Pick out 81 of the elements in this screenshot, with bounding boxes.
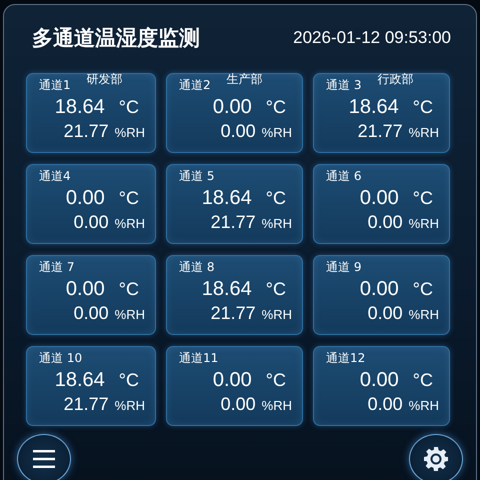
channel-card[interactable]: 通道4 0.00 °C 0.00 %RH: [26, 164, 156, 244]
channel-card[interactable]: 通道 3 行政部 18.64 °C 21.77 %RH: [313, 73, 450, 153]
temperature-value: 0.00: [212, 96, 252, 119]
temperature-value: 0.00: [212, 369, 252, 392]
channel-card[interactable]: 通道11 0.00 °C 0.00 %RH: [166, 346, 303, 426]
channel-card[interactable]: 通道1 研发部 18.64 °C 21.77 %RH: [26, 73, 156, 153]
temperature-unit: °C: [118, 97, 139, 118]
humidity-value: 0.00: [368, 212, 403, 233]
humidity-unit: %RH: [408, 216, 439, 231]
humidity-unit: %RH: [408, 125, 439, 140]
humidity-unit: %RH: [114, 216, 145, 231]
department-label: 研发部: [86, 71, 123, 88]
humidity-unit: %RH: [114, 125, 145, 140]
date-time: 2026-01-12 09:53:00: [293, 28, 451, 48]
temperature-value: 18.64: [202, 278, 252, 301]
temperature-value: 0.00: [360, 187, 399, 210]
temperature-unit: °C: [266, 97, 286, 118]
humidity-unit: %RH: [114, 398, 145, 413]
humidity-value: 21.77: [210, 212, 256, 233]
channel-name: 通道1: [39, 77, 71, 94]
channel-name: 通道 9: [326, 259, 362, 276]
humidity-value: 0.00: [220, 394, 256, 415]
settings-icon: [424, 447, 448, 471]
channel-name: 通道12: [326, 350, 366, 367]
department-label: 行政部: [377, 71, 414, 88]
humidity-unit: %RH: [262, 398, 292, 413]
humidity-unit: %RH: [262, 307, 292, 322]
channel-name: 通道 3: [326, 77, 362, 94]
temperature-value: 18.64: [202, 187, 252, 210]
humidity-unit: %RH: [114, 307, 145, 322]
channel-card[interactable]: 通道 5 18.64 °C 21.77 %RH: [166, 164, 303, 244]
temperature-value: 0.00: [66, 278, 105, 301]
temperature-value: 18.64: [348, 96, 399, 119]
temperature-unit: °C: [266, 370, 286, 391]
channel-name: 通道 5: [179, 168, 214, 185]
temperature-unit: °C: [118, 279, 139, 300]
humidity-value: 21.77: [64, 394, 109, 415]
channel-card[interactable]: 通道2 生产部 0.00 °C 0.00 %RH: [166, 73, 303, 153]
temperature-unit: °C: [118, 370, 139, 391]
temperature-unit: °C: [412, 370, 433, 391]
channel-name: 通道11: [179, 350, 218, 367]
humidity-unit: %RH: [262, 125, 292, 140]
humidity-value: 0.00: [220, 121, 256, 142]
temperature-unit: °C: [266, 279, 286, 300]
temperature-unit: °C: [266, 188, 286, 209]
channel-name: 通道4: [39, 168, 71, 185]
humidity-value: 21.77: [210, 303, 256, 324]
temperature-unit: °C: [412, 188, 433, 209]
temperature-value: 0.00: [66, 187, 105, 210]
humidity-value: 0.00: [368, 303, 403, 324]
temperature-value: 18.64: [54, 369, 105, 392]
humidity-value: 0.00: [368, 394, 403, 415]
channel-card[interactable]: 通道 9 0.00 °C 0.00 %RH: [313, 255, 450, 335]
department-label: 生产部: [226, 71, 263, 88]
menu-button[interactable]: [17, 434, 71, 480]
channel-name: 通道 10: [39, 350, 82, 367]
humidity-value: 0.00: [74, 212, 109, 233]
channel-name: 通道 6: [326, 168, 362, 185]
channel-card[interactable]: 通道 7 0.00 °C 0.00 %RH: [26, 255, 156, 335]
humidity-unit: %RH: [408, 307, 439, 322]
channel-name: 通道 7: [39, 259, 74, 276]
channel-card[interactable]: 通道12 0.00 °C 0.00 %RH: [313, 346, 450, 426]
temperature-unit: °C: [412, 279, 433, 300]
temperature-unit: °C: [412, 97, 433, 118]
channel-name: 通道2: [179, 77, 211, 94]
humidity-value: 21.77: [358, 121, 403, 142]
temperature-value: 0.00: [360, 278, 399, 301]
humidity-unit: %RH: [262, 216, 292, 231]
humidity-unit: %RH: [408, 398, 439, 413]
channel-card[interactable]: 通道 8 18.64 °C 21.77 %RH: [166, 255, 303, 335]
settings-button[interactable]: [409, 434, 463, 480]
temperature-value: 18.64: [54, 96, 105, 119]
channel-card[interactable]: 通道 10 18.64 °C 21.77 %RH: [26, 346, 156, 426]
page-title: 多通道温湿度监测: [32, 25, 200, 52]
menu-icon: [33, 450, 55, 468]
channel-card[interactable]: 通道 6 0.00 °C 0.00 %RH: [313, 164, 450, 244]
humidity-value: 0.00: [74, 303, 109, 324]
humidity-value: 21.77: [64, 121, 109, 142]
channel-name: 通道 8: [179, 259, 214, 276]
temperature-value: 0.00: [360, 369, 399, 392]
temperature-unit: °C: [118, 188, 139, 209]
